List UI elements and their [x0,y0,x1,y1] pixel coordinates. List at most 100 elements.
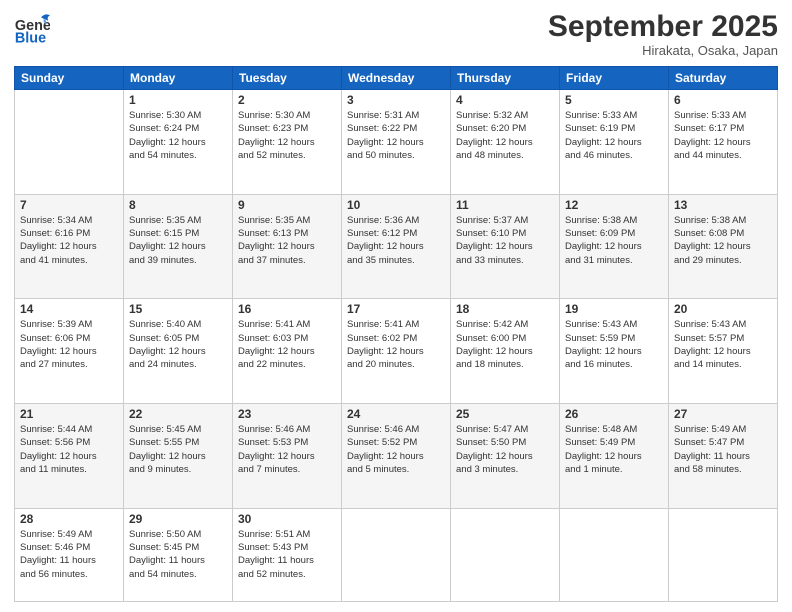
cell-info: Sunrise: 5:46 AM Sunset: 5:53 PM Dayligh… [238,423,336,476]
calendar-cell: 14 Sunrise: 5:39 AM Sunset: 6:06 PM Dayli… [15,299,124,404]
day-number: 5 [565,93,663,107]
calendar-cell: 1Sunrise: 5:30 AM Sunset: 6:24 PM Daylig… [124,90,233,195]
day-number: 11 [456,198,554,212]
calendar-week-row: 1Sunrise: 5:30 AM Sunset: 6:24 PM Daylig… [15,90,778,195]
calendar-cell: 25 Sunrise: 5:47 AM Sunset: 5:50 PM Dayli… [451,404,560,509]
weekday-header-wednesday: Wednesday [342,67,451,90]
weekday-header-sunday: Sunday [15,67,124,90]
calendar-cell: 12Sunrise: 5:38 AM Sunset: 6:09 PM Dayli… [560,194,669,299]
calendar-week-row: 14 Sunrise: 5:39 AM Sunset: 6:06 PM Dayli… [15,299,778,404]
calendar-header-row: SundayMondayTuesdayWednesdayThursdayFrid… [15,67,778,90]
day-number: 24 [347,407,445,421]
day-number: 19 [565,302,663,316]
cell-info: Sunrise: 5:51 AM Sunset: 5:43 PM Dayligh… [238,528,336,581]
month-title: September 2025 [548,10,778,43]
calendar-cell: 26 Sunrise: 5:48 AM Sunset: 5:49 PM Dayli… [560,404,669,509]
day-number: 17 [347,302,445,316]
day-number: 7 [20,198,118,212]
calendar-cell: 16 Sunrise: 5:41 AM Sunset: 6:03 PM Dayli… [233,299,342,404]
day-number: 18 [456,302,554,316]
day-number: 4 [456,93,554,107]
cell-info: Sunrise: 5:30 AM Sunset: 6:23 PM Dayligh… [238,109,336,162]
cell-info: Sunrise: 5:40 AM Sunset: 6:05 PM Dayligh… [129,318,227,371]
calendar-cell [15,90,124,195]
calendar-cell [451,508,560,601]
cell-info: Sunrise: 5:44 AM Sunset: 5:56 PM Dayligh… [20,423,118,476]
cell-info: Sunrise: 5:48 AM Sunset: 5:49 PM Dayligh… [565,423,663,476]
calendar-cell: 22 Sunrise: 5:45 AM Sunset: 5:55 PM Dayli… [124,404,233,509]
cell-info: Sunrise: 5:34 AM Sunset: 6:16 PM Dayligh… [20,214,118,267]
calendar-cell [342,508,451,601]
calendar-cell: 20 Sunrise: 5:43 AM Sunset: 5:57 PM Dayli… [669,299,778,404]
svg-text:Blue: Blue [15,30,46,46]
header: General Blue September 2025 Hirakata, Os… [14,10,778,58]
day-number: 9 [238,198,336,212]
calendar-cell: 21Sunrise: 5:44 AM Sunset: 5:56 PM Dayli… [15,404,124,509]
calendar-cell: 17 Sunrise: 5:41 AM Sunset: 6:02 PM Dayli… [342,299,451,404]
day-number: 16 [238,302,336,316]
day-number: 29 [129,512,227,526]
calendar-week-row: 7 Sunrise: 5:34 AM Sunset: 6:16 PM Daylig… [15,194,778,299]
day-number: 10 [347,198,445,212]
day-number: 30 [238,512,336,526]
day-number: 26 [565,407,663,421]
cell-info: Sunrise: 5:38 AM Sunset: 6:09 PM Dayligh… [565,214,663,267]
weekday-header-thursday: Thursday [451,67,560,90]
cell-info: Sunrise: 5:30 AM Sunset: 6:24 PM Dayligh… [129,109,227,162]
cell-info: Sunrise: 5:32 AM Sunset: 6:20 PM Dayligh… [456,109,554,162]
day-number: 6 [674,93,772,107]
weekday-header-saturday: Saturday [669,67,778,90]
calendar-cell: 27Sunrise: 5:49 AM Sunset: 5:47 PM Dayli… [669,404,778,509]
title-section: September 2025 Hirakata, Osaka, Japan [548,10,778,58]
calendar-cell: 18 Sunrise: 5:42 AM Sunset: 6:00 PM Dayli… [451,299,560,404]
day-number: 27 [674,407,772,421]
cell-info: Sunrise: 5:35 AM Sunset: 6:13 PM Dayligh… [238,214,336,267]
calendar-cell: 23 Sunrise: 5:46 AM Sunset: 5:53 PM Dayli… [233,404,342,509]
cell-info: Sunrise: 5:31 AM Sunset: 6:22 PM Dayligh… [347,109,445,162]
calendar-cell [560,508,669,601]
day-number: 14 [20,302,118,316]
cell-info: Sunrise: 5:45 AM Sunset: 5:55 PM Dayligh… [129,423,227,476]
cell-info: Sunrise: 5:35 AM Sunset: 6:15 PM Dayligh… [129,214,227,267]
cell-info: Sunrise: 5:37 AM Sunset: 6:10 PM Dayligh… [456,214,554,267]
cell-info: Sunrise: 5:49 AM Sunset: 5:46 PM Dayligh… [20,528,118,581]
cell-info: Sunrise: 5:46 AM Sunset: 5:52 PM Dayligh… [347,423,445,476]
calendar-cell: 3 Sunrise: 5:31 AM Sunset: 6:22 PM Daylig… [342,90,451,195]
day-number: 23 [238,407,336,421]
cell-info: Sunrise: 5:47 AM Sunset: 5:50 PM Dayligh… [456,423,554,476]
cell-info: Sunrise: 5:41 AM Sunset: 6:03 PM Dayligh… [238,318,336,371]
calendar-cell: 7 Sunrise: 5:34 AM Sunset: 6:16 PM Daylig… [15,194,124,299]
calendar-cell: 29 Sunrise: 5:50 AM Sunset: 5:45 PM Dayli… [124,508,233,601]
day-number: 25 [456,407,554,421]
weekday-header-monday: Monday [124,67,233,90]
cell-info: Sunrise: 5:41 AM Sunset: 6:02 PM Dayligh… [347,318,445,371]
day-number: 2 [238,93,336,107]
cell-info: Sunrise: 5:43 AM Sunset: 5:57 PM Dayligh… [674,318,772,371]
day-number: 13 [674,198,772,212]
day-number: 3 [347,93,445,107]
calendar-cell: 4 Sunrise: 5:32 AM Sunset: 6:20 PM Daylig… [451,90,560,195]
calendar-table: SundayMondayTuesdayWednesdayThursdayFrid… [14,66,778,602]
calendar-cell: 10Sunrise: 5:36 AM Sunset: 6:12 PM Dayli… [342,194,451,299]
calendar-cell: 11 Sunrise: 5:37 AM Sunset: 6:10 PM Dayli… [451,194,560,299]
day-number: 8 [129,198,227,212]
day-number: 15 [129,302,227,316]
calendar-cell: 5Sunrise: 5:33 AM Sunset: 6:19 PM Daylig… [560,90,669,195]
day-number: 22 [129,407,227,421]
calendar-body: 1Sunrise: 5:30 AM Sunset: 6:24 PM Daylig… [15,90,778,602]
cell-info: Sunrise: 5:33 AM Sunset: 6:17 PM Dayligh… [674,109,772,162]
weekday-header-tuesday: Tuesday [233,67,342,90]
calendar-week-row: 21Sunrise: 5:44 AM Sunset: 5:56 PM Dayli… [15,404,778,509]
cell-info: Sunrise: 5:38 AM Sunset: 6:08 PM Dayligh… [674,214,772,267]
cell-info: Sunrise: 5:42 AM Sunset: 6:00 PM Dayligh… [456,318,554,371]
location-subtitle: Hirakata, Osaka, Japan [548,43,778,58]
calendar-cell: 30 Sunrise: 5:51 AM Sunset: 5:43 PM Dayli… [233,508,342,601]
cell-info: Sunrise: 5:39 AM Sunset: 6:06 PM Dayligh… [20,318,118,371]
cell-info: Sunrise: 5:43 AM Sunset: 5:59 PM Dayligh… [565,318,663,371]
logo: General Blue [14,10,50,46]
cell-info: Sunrise: 5:50 AM Sunset: 5:45 PM Dayligh… [129,528,227,581]
calendar-cell: 15 Sunrise: 5:40 AM Sunset: 6:05 PM Dayli… [124,299,233,404]
calendar-cell [669,508,778,601]
day-number: 20 [674,302,772,316]
calendar-cell: 2 Sunrise: 5:30 AM Sunset: 6:23 PM Daylig… [233,90,342,195]
